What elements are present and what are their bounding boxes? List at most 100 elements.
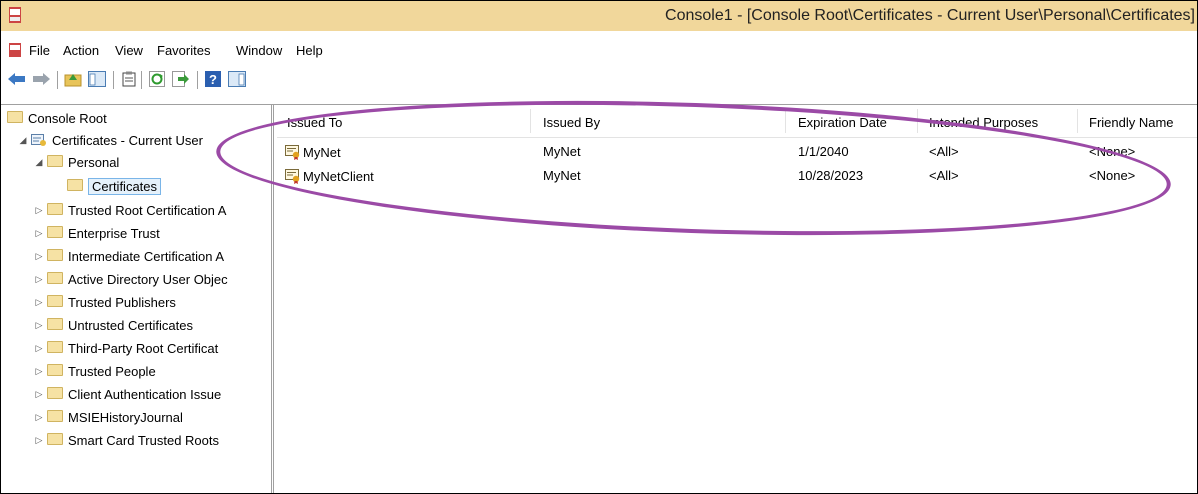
toolbar-separator [197, 71, 198, 89]
collapse-arrow-icon[interactable]: ◢ [31, 157, 47, 168]
up-folder-icon[interactable] [63, 69, 83, 89]
tree-label: Intermediate Certification A [68, 248, 225, 264]
column-header-expiration-date[interactable]: Expiration Date [798, 115, 887, 130]
cell-issued-by: MyNet [543, 168, 581, 183]
tree-node-folder[interactable]: ▷ Trusted Publishers [31, 291, 176, 313]
column-header-intended-purposes[interactable]: Intended Purposes [929, 115, 1038, 130]
list-header: Issued To Issued By Expiration Date Inte… [277, 105, 1197, 138]
certificate-store-icon [31, 133, 47, 147]
tree-label: Certificates [88, 177, 162, 195]
certificate-list: Issued To Issued By Expiration Date Inte… [277, 105, 1197, 493]
cell-intended-purposes: <All> [929, 144, 959, 159]
cell-text: MyNet [303, 144, 341, 160]
certificate-icon [285, 144, 301, 163]
certificate-icon [285, 168, 301, 187]
tree-label: Personal [68, 154, 120, 170]
expand-arrow-icon[interactable]: ▷ [31, 435, 47, 446]
clipboard-icon[interactable] [119, 69, 139, 89]
folder-icon [47, 433, 63, 447]
window-title: Console1 - [Console Root\Certificates - … [665, 7, 1195, 24]
export-list-icon[interactable] [171, 69, 191, 89]
expand-arrow-icon[interactable]: ▷ [31, 297, 47, 308]
menu-window[interactable]: Window [236, 43, 282, 58]
folder-icon [47, 410, 63, 424]
tree-node-folder[interactable]: ▷ Trusted Root Certification A [31, 199, 227, 221]
table-row[interactable]: MyNet MyNet 1/1/2040 <All> <None> [277, 141, 1197, 163]
menu-help[interactable]: Help [296, 43, 323, 58]
mmc-app-icon[interactable] [9, 7, 21, 26]
column-header-issued-to[interactable]: Issued To [287, 115, 342, 130]
tree-node-folder[interactable]: ▷ Untrusted Certificates [31, 314, 193, 336]
table-row[interactable]: MyNetClient MyNet 10/28/2023 <All> <None… [277, 165, 1197, 187]
folder-icon [47, 226, 63, 240]
tree-node-certificates-current-user[interactable]: ◢ Certificates - Current User [15, 129, 203, 151]
collapse-arrow-icon[interactable]: ◢ [15, 135, 31, 146]
tree-label: MSIEHistoryJournal [68, 409, 183, 425]
cell-issued-to: MyNet [285, 144, 341, 163]
cell-expiration-date: 1/1/2040 [798, 144, 849, 159]
column-divider[interactable] [530, 109, 531, 133]
system-menu-icon[interactable] [9, 43, 21, 60]
column-header-friendly-name[interactable]: Friendly Name [1089, 115, 1174, 130]
tree-node-folder[interactable]: ▷ Smart Card Trusted Roots [31, 429, 219, 451]
menu-file[interactable]: File [29, 43, 50, 58]
tree-label: Untrusted Certificates [68, 317, 193, 333]
column-divider[interactable] [785, 109, 786, 133]
folder-icon [47, 364, 63, 378]
cell-expiration-date: 10/28/2023 [798, 168, 864, 183]
help-icon[interactable]: ? [203, 69, 223, 89]
expand-arrow-icon[interactable]: ▷ [31, 343, 47, 354]
cell-friendly-name: <None> [1089, 144, 1136, 159]
menu-bar: File Action View Favorites Window Help [1, 41, 1197, 61]
console-tree: Console Root ◢ Certificates - Current Us… [1, 105, 272, 493]
refresh-icon[interactable] [147, 69, 167, 89]
tree-node-console-root[interactable]: Console Root [7, 107, 107, 129]
mmc-window: Console1 - [Console Root\Certificates - … [0, 0, 1198, 494]
tree-label: Enterprise Trust [68, 225, 160, 241]
cell-intended-purposes: <All> [929, 168, 959, 183]
tree-node-folder[interactable]: ▷ MSIEHistoryJournal [31, 406, 183, 428]
toolbar-separator [57, 71, 58, 89]
menu-view[interactable]: View [115, 43, 143, 58]
column-header-issued-by[interactable]: Issued By [543, 115, 600, 130]
tree-node-folder[interactable]: ▷ Third-Party Root Certificat [31, 337, 219, 359]
expand-arrow-icon[interactable]: ▷ [31, 228, 47, 239]
expand-arrow-icon[interactable]: ▷ [31, 205, 47, 216]
svg-text:?: ? [209, 72, 217, 87]
expand-arrow-icon[interactable]: ▷ [31, 366, 47, 377]
column-divider[interactable] [917, 109, 918, 133]
tree-label: Certificates - Current User [52, 132, 203, 148]
column-divider[interactable] [1077, 109, 1078, 133]
tree-node-folder[interactable]: ▷ Client Authentication Issue [31, 383, 222, 405]
expand-arrow-icon[interactable]: ▷ [31, 412, 47, 423]
folder-icon [47, 318, 63, 332]
tree-label: Active Directory User Objec [68, 271, 228, 287]
toolbar: ? [1, 67, 1197, 93]
folder-icon [47, 387, 63, 401]
tree-node-personal[interactable]: ◢ Personal [31, 151, 120, 173]
expand-arrow-icon[interactable]: ▷ [31, 320, 47, 331]
menu-action[interactable]: Action [63, 43, 99, 58]
cell-issued-by: MyNet [543, 144, 581, 159]
tree-node-folder[interactable]: ▷ Trusted People [31, 360, 156, 382]
folder-icon [7, 111, 23, 125]
tree-node-certificates[interactable]: Certificates [67, 175, 162, 197]
cell-friendly-name: <None> [1089, 168, 1136, 183]
expand-arrow-icon[interactable]: ▷ [31, 389, 47, 400]
back-arrow-icon[interactable] [7, 69, 27, 89]
tree-node-folder[interactable]: ▷ Intermediate Certification A [31, 245, 225, 267]
folder-icon [67, 179, 83, 193]
show-hide-tree-icon[interactable] [87, 69, 107, 89]
expand-arrow-icon[interactable]: ▷ [31, 274, 47, 285]
show-action-pane-icon[interactable] [227, 69, 247, 89]
folder-icon [47, 295, 63, 309]
forward-arrow-icon[interactable] [31, 69, 51, 89]
cell-issued-to: MyNetClient [285, 168, 374, 187]
menu-favorites[interactable]: Favorites [157, 43, 210, 58]
expand-arrow-icon[interactable]: ▷ [31, 251, 47, 262]
cell-text: MyNetClient [303, 168, 374, 184]
tree-label: Smart Card Trusted Roots [68, 432, 219, 448]
title-bar: Console1 - [Console Root\Certificates - … [1, 1, 1197, 31]
tree-node-folder[interactable]: ▷ Enterprise Trust [31, 222, 160, 244]
tree-node-folder[interactable]: ▷ Active Directory User Objec [31, 268, 228, 290]
